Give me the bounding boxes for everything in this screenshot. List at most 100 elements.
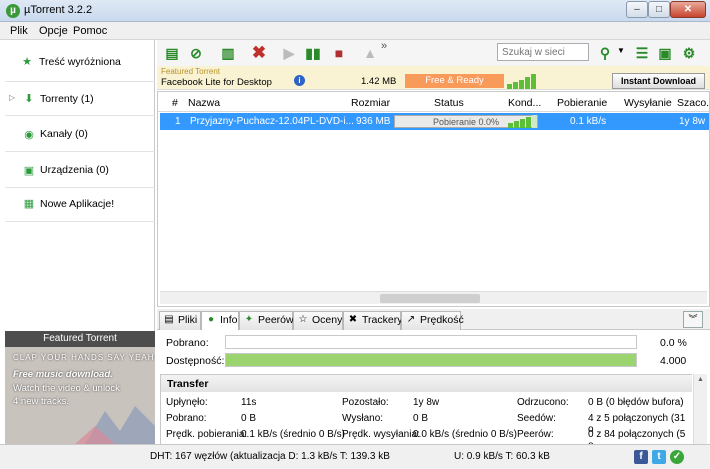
featured-heading: Featured Torrent: [5, 331, 155, 347]
list-view-icon[interactable]: ☰: [632, 43, 652, 63]
availability-bar: [225, 353, 637, 367]
search-icon[interactable]: ⚲: [595, 43, 615, 63]
transfer-value: 0.0 kB/s (średnio 0 B/s): [413, 429, 517, 440]
instant-download-button[interactable]: Instant Download: [612, 73, 705, 89]
add-url-icon[interactable]: ⊘: [186, 43, 206, 63]
featured-name[interactable]: Facebook Lite for Desktop: [161, 77, 272, 88]
toolbar: ▤ ⊘ ▥ ✖ ▶ ▮▮ ■ ▲ » ⚲ ▼ ☰ ▣ ⚙: [157, 40, 710, 66]
sidebar-item-label: Kanały (0): [40, 128, 88, 140]
availability-value: 4.000: [660, 355, 687, 367]
info-icon[interactable]: i: [294, 75, 305, 86]
info-circle-icon: ●: [207, 314, 215, 325]
column-size[interactable]: Rozmiar: [351, 97, 390, 109]
scroll-up-icon[interactable]: ▲: [697, 376, 704, 383]
star-icon: ★: [22, 56, 32, 68]
tab-info[interactable]: ● Info: [201, 311, 239, 331]
column-status[interactable]: Status: [434, 97, 464, 109]
ratings-icon: ☆: [298, 314, 308, 325]
remote-icon[interactable]: ▣: [655, 43, 675, 63]
transfer-label: Odrzucono:: [517, 397, 569, 408]
move-up-icon[interactable]: ▲: [360, 43, 380, 63]
network-ok-icon[interactable]: ✓: [670, 450, 684, 464]
tab-speed[interactable]: ↗ Prędkość: [401, 311, 464, 330]
add-torrent-icon[interactable]: ▤: [162, 43, 182, 63]
row-name: Przyjazny-Puchacz-12.04PL-DVD-i...: [190, 116, 354, 127]
pause-icon[interactable]: ▮▮: [303, 43, 323, 63]
row-size: 936 MB: [356, 116, 391, 127]
search-input[interactable]: [497, 43, 589, 61]
column-health[interactable]: Kond...: [508, 97, 541, 109]
tab-label: Oceny: [312, 314, 343, 326]
more-chevron-icon[interactable]: »: [381, 40, 387, 52]
settings-gear-icon[interactable]: ⚙: [679, 43, 699, 63]
transfer-value: 0 B (0 błędów bufora): [588, 397, 684, 408]
row-download-speed: 0.1 kB/s: [570, 116, 607, 127]
sidebar-item-feeds[interactable]: ◉ Kanały (0): [5, 116, 155, 152]
column-name[interactable]: Nazwa: [188, 97, 220, 109]
column-download[interactable]: Pobieranie: [557, 97, 607, 109]
transfer-label: Upłynęło:: [166, 397, 208, 408]
dht-status[interactable]: DHT: 167 węzłów (aktualizacja D: 1.3 kB/…: [150, 451, 390, 462]
expand-arrow-icon[interactable]: ▷: [9, 93, 15, 102]
minimize-button[interactable]: –: [626, 1, 648, 18]
vertical-scrollbar[interactable]: ▲: [693, 374, 707, 444]
sidebar-item-featured[interactable]: ★ Treść wyróżniona: [5, 42, 155, 82]
tab-trackers[interactable]: ✖ Trackery: [343, 311, 402, 330]
detail-tabs: ▤ Pliki ● Info ✦ Peerów ☆ Oceny ✖ Trackery ↗ P…: [157, 309, 710, 331]
sidebar-item-label: Treść wyróżniona: [39, 56, 121, 68]
tab-label: Prędkość: [420, 314, 464, 326]
column-eta[interactable]: Szaco...: [677, 97, 710, 109]
stop-icon[interactable]: ■: [329, 43, 349, 63]
featured-torrent-strip: Featured Torrent Facebook Lite for Deskt…: [157, 66, 710, 90]
column-number[interactable]: #: [172, 97, 178, 109]
menu-pomoc[interactable]: Pomoc: [73, 25, 107, 37]
trackers-icon: ✖: [348, 314, 358, 325]
close-button[interactable]: ✕: [670, 1, 706, 18]
tab-peers[interactable]: ✦ Peerów: [239, 311, 294, 330]
twitter-icon[interactable]: t: [652, 450, 666, 464]
sidebar-item-torrents[interactable]: ▷ ⬇ Torrenty (1): [5, 82, 155, 116]
ad-line: 4 new tracks.: [13, 396, 69, 407]
create-torrent-icon[interactable]: ▥: [218, 43, 238, 63]
tab-files[interactable]: ▤ Pliki: [159, 311, 201, 330]
ad-art-image: [75, 406, 155, 444]
menu-opcje[interactable]: Opcje: [39, 25, 68, 37]
downloaded-label: Pobrano:: [166, 337, 209, 349]
downloaded-bar: [225, 335, 637, 349]
tab-label: Peerów: [258, 314, 294, 326]
transfer-value: 0.1 kB/s (średnio 0 B/s): [241, 429, 345, 440]
status-bar: DHT: 167 węzłów (aktualizacja D: 1.3 kB/…: [0, 444, 710, 469]
sidebar-item-label: Nowe Aplikacje!: [40, 198, 115, 210]
apps-icon: ▦: [23, 198, 35, 210]
transfer-label: Wysłano:: [342, 413, 384, 424]
info-pane: Pobrano: 0.0 % Dostępność: 4.000 Transfe…: [157, 330, 710, 451]
ad-band-name: CLAP YOUR HANDS SAY YEAH: [13, 353, 155, 362]
search-dropdown-icon[interactable]: ▼: [617, 46, 625, 55]
start-icon[interactable]: ▶: [279, 43, 299, 63]
horizontal-scrollbar[interactable]: [160, 291, 707, 304]
maximize-button[interactable]: □: [648, 1, 670, 18]
table-row[interactable]: 1 Przyjazny-Puchacz-12.04PL-DVD-i... 936…: [160, 113, 709, 130]
sidebar-item-devices[interactable]: ▣ Urządzenia (0): [5, 152, 155, 188]
rss-icon: ◉: [24, 129, 34, 141]
list-header: # Nazwa Rozmiar Status Kond... Pobierani…: [158, 92, 710, 112]
scrollbar-thumb[interactable]: [380, 294, 480, 303]
featured-ad-panel[interactable]: Featured Torrent CLAP YOUR HANDS SAY YEA…: [5, 331, 155, 444]
collapse-chevron-icon[interactable]: ︾: [683, 311, 703, 328]
upload-status[interactable]: U: 0.9 kB/s T: 60.3 kB: [454, 451, 550, 462]
remove-icon[interactable]: ✖: [249, 43, 269, 63]
title-bar: µ µTorrent 3.2.2 – □ ✕: [0, 0, 710, 22]
menu-plik[interactable]: Plik: [10, 25, 28, 37]
sidebar-item-apps[interactable]: ▦ Nowe Aplikacje!: [5, 188, 155, 222]
column-upload[interactable]: Wysyłanie: [624, 97, 672, 109]
sidebar-item-label: Torrenty (1): [40, 93, 94, 105]
facebook-icon[interactable]: f: [634, 450, 648, 464]
device-icon: ▣: [23, 165, 35, 177]
tab-ratings[interactable]: ☆ Oceny: [293, 311, 343, 330]
window-title: µTorrent 3.2.2: [24, 4, 93, 16]
transfer-label: Peerów:: [517, 429, 554, 440]
speed-chart-icon: ↗: [406, 314, 416, 325]
transfer-label: Prędk. wysyłania:: [342, 429, 420, 440]
ad-headline: Free music download.: [13, 369, 113, 380]
sidebar-item-label: Urządzenia (0): [40, 164, 109, 176]
